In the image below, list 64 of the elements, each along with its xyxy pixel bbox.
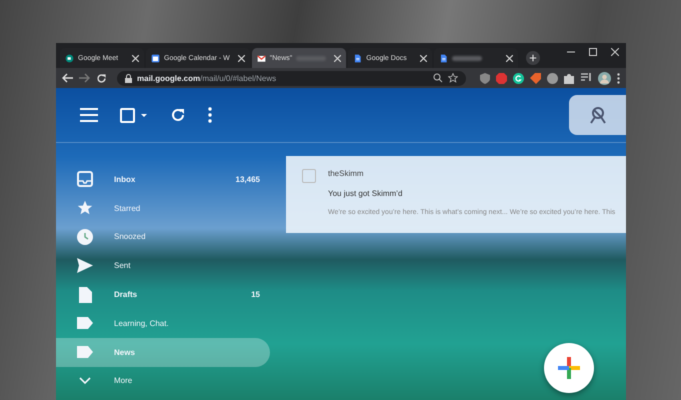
sidebar-item[interactable]: Inbox 13,465 (56, 165, 270, 194)
g-circle-icon[interactable] (513, 72, 524, 84)
shield-icon[interactable] (480, 72, 490, 84)
sidebar-label: Snoozed (114, 232, 147, 242)
unread-count: 13,465 (236, 174, 260, 184)
refresh-icon[interactable] (170, 107, 186, 123)
sidebar-label: Learning, Chat. (114, 318, 170, 328)
more-options-icon[interactable] (208, 107, 212, 123)
star-icon (77, 200, 93, 216)
new-tab-button[interactable] (526, 51, 540, 65)
select-checkbox[interactable] (120, 108, 148, 122)
stop-sign-icon[interactable] (496, 72, 507, 84)
close-icon[interactable] (506, 54, 514, 62)
close-icon[interactable] (238, 54, 245, 62)
plus-icon[interactable] (556, 355, 582, 381)
maximize-icon[interactable] (589, 48, 597, 56)
tag-icon[interactable] (530, 72, 541, 84)
label-icon (77, 346, 93, 358)
label-icon (77, 317, 93, 330)
star-icon[interactable] (448, 73, 458, 83)
reload-icon[interactable] (96, 72, 107, 84)
menu-icon[interactable] (80, 108, 98, 122)
sidebar-label: Starred (114, 204, 142, 213)
close-icon[interactable] (334, 54, 342, 62)
envelope-icon (256, 54, 266, 62)
sidebar-item[interactable]: Drafts 15 (56, 280, 270, 309)
sidebar-label: News (114, 348, 136, 357)
sidebar-label: Drafts (114, 290, 138, 300)
sender-name: theSkimm (328, 169, 365, 178)
inbox-icon (77, 171, 93, 188)
circle-icon[interactable] (547, 72, 558, 84)
search-button[interactable] (569, 95, 626, 135)
compose-button[interactable] (544, 343, 594, 393)
close-icon[interactable] (132, 54, 139, 62)
document-icon (439, 54, 448, 62)
document-icon (353, 54, 362, 62)
clock-icon (77, 228, 93, 245)
sidebar-label: More (114, 376, 134, 386)
blurred-text (452, 56, 482, 60)
send-icon (77, 258, 93, 274)
email-checkbox[interactable] (302, 169, 316, 183)
camera-icon (65, 54, 74, 62)
sidebar-item[interactable]: Snoozed (56, 222, 270, 252)
sidebar-item[interactable]: Sent (56, 251, 270, 280)
plus-icon[interactable] (529, 54, 538, 62)
close-icon[interactable] (611, 48, 619, 56)
email-subject: You just got Skimm’d (328, 189, 404, 198)
zoom-icon[interactable] (433, 73, 443, 83)
sidebar-label: Inbox (114, 174, 136, 184)
lock-icon (125, 74, 132, 82)
sidebar-item[interactable]: Learning, Chat. (56, 308, 270, 338)
url-text: mail.google.com/mail/u/0/#label/News (137, 74, 276, 82)
avatar-icon[interactable] (598, 72, 611, 84)
back-arrow-icon[interactable] (62, 73, 73, 83)
sidebar-item[interactable]: More (56, 366, 270, 396)
calendar-icon (151, 54, 160, 62)
address-bar[interactable]: mail.google.com/mail/u/0/#label/News (117, 70, 466, 86)
document-icon (78, 286, 92, 303)
close-icon[interactable] (420, 54, 428, 62)
unread-count: 15 (251, 290, 260, 300)
chevron-down-icon (79, 376, 91, 385)
playlist-icon[interactable] (581, 73, 592, 83)
sidebar-label: Sent (114, 261, 132, 270)
more-options-icon[interactable] (617, 72, 620, 84)
